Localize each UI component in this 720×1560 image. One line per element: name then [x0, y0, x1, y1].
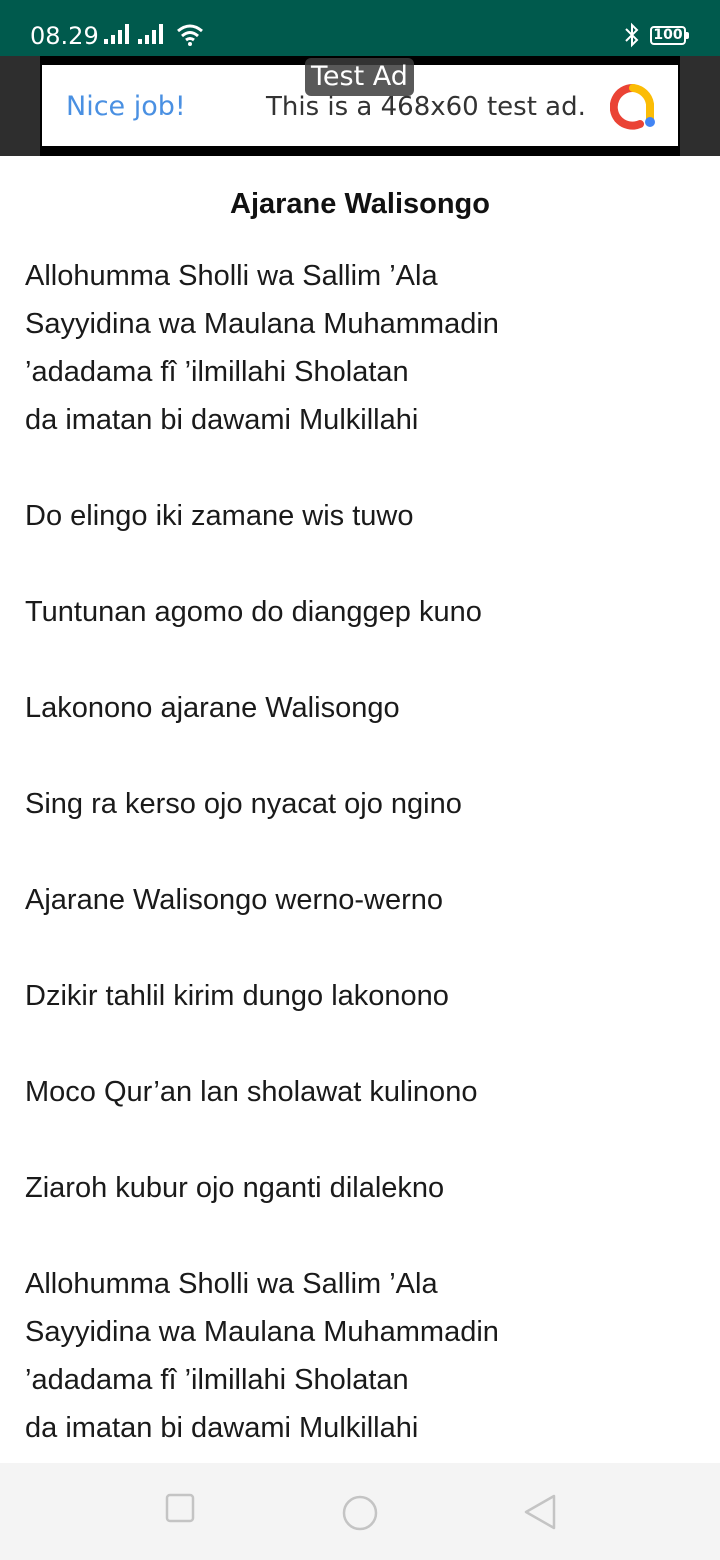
- status-bar: 08.29 100: [0, 0, 720, 56]
- bluetooth-icon: [624, 22, 640, 53]
- signal-icon: [138, 24, 164, 44]
- lyric-gap: [25, 1020, 705, 1068]
- lyric-line: Do elingo iki zamane wis tuwo: [25, 500, 414, 532]
- lyric-gap: [25, 924, 705, 972]
- lyric-line: Allohumma Sholli wa Sallim ’Ala: [25, 1268, 438, 1300]
- lyric-line: Ajarane Walisongo werno-werno: [25, 884, 444, 916]
- wifi-icon: [176, 24, 204, 51]
- lyric-line: Sing ra kerso ojo nyacat ojo ngino: [25, 788, 462, 820]
- lyric-gap: [25, 444, 705, 492]
- lyric-gap: [25, 828, 705, 876]
- admob-logo-icon[interactable]: [609, 83, 656, 135]
- battery-tip: [686, 32, 689, 39]
- lyric-line: Sayyidina wa Maulana Muhammadin: [25, 1316, 499, 1348]
- ad-headline[interactable]: Nice job!: [66, 90, 186, 124]
- lyric-line: ’adadama fî ’ilmillahi Sholatan: [25, 1364, 409, 1396]
- lyric-line: Tuntunan agomo do dianggep kuno: [25, 596, 482, 628]
- lyric-line: da imatan bi dawami Mulkillahi: [25, 404, 419, 436]
- test-ad-label: Test Ad: [305, 58, 414, 96]
- signal-icon: [104, 24, 130, 44]
- lyric-line: Sayyidina wa Maulana Muhammadin: [25, 308, 499, 340]
- back-triangle-icon[interactable]: [522, 1493, 558, 1536]
- lyric-line: Allohumma Sholli wa Sallim ’Ala: [25, 260, 438, 292]
- lyric-line: Dzikir tahlil kirim dungo lakonono: [25, 980, 449, 1012]
- lyric-gap: [25, 1116, 705, 1164]
- lyric-gap: [25, 1212, 705, 1260]
- navigation-bar: [0, 1463, 720, 1560]
- lyric-gap: [25, 540, 705, 588]
- page-title: Ajarane Walisongo: [230, 188, 490, 220]
- lyric-line: Ziaroh kubur ojo nganti dilalekno: [25, 1172, 445, 1204]
- lyric-line: Lakonono ajarane Walisongo: [25, 692, 400, 724]
- status-time: 08.29: [30, 22, 99, 50]
- lyric-line: da imatan bi dawami Mulkillahi: [25, 1412, 419, 1444]
- lyric-gap: [25, 636, 705, 684]
- recents-square-icon[interactable]: [165, 1493, 195, 1528]
- battery-icon: 100: [650, 26, 686, 45]
- home-circle-icon[interactable]: [341, 1494, 379, 1537]
- lyric-line: Moco Qur’an lan sholawat kulinono: [25, 1076, 478, 1108]
- lyric-line: ’adadama fî ’ilmillahi Sholatan: [25, 356, 409, 388]
- lyric-gap: [25, 732, 705, 780]
- lyrics-text: Allohumma Sholli wa Sallim ’Ala Sayyidin…: [25, 252, 705, 1452]
